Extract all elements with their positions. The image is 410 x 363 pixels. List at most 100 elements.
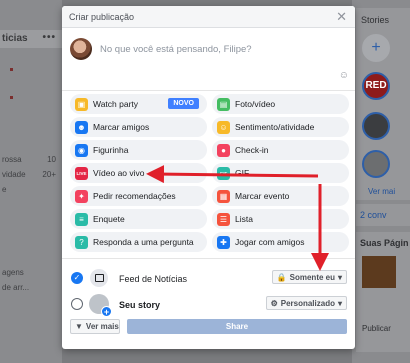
feed-checkbox[interactable]: ✓ (71, 272, 83, 284)
story-thumbnail: RED (362, 72, 390, 100)
option-label: Watch party (93, 99, 139, 109)
conversations-panel: 2 conv (356, 204, 410, 226)
right-sidebar: Stories + RED Ver mai 2 conv Suas Págin … (352, 0, 410, 363)
conversations-label: 2 conv (360, 210, 387, 220)
option-check-in[interactable]: ● Check-in (212, 140, 349, 160)
option-label: Sentimento/atividade (235, 122, 315, 132)
option-label: Jogar com amigos (235, 237, 305, 247)
calendar-icon: ▦ (217, 189, 230, 203)
sidebar-marker (10, 68, 13, 71)
option-figurinha[interactable]: ◉ Figurinha (70, 140, 207, 160)
option-label: Check-in (235, 145, 269, 155)
more-options-icon: ••• (42, 32, 56, 43)
option-label: Foto/vídeo (235, 99, 276, 109)
story-privacy-value: Personalizado (280, 298, 335, 308)
option-pedir-recomenda-es[interactable]: ✦ Pedir recomendações (70, 186, 207, 206)
left-sidebar: ticias ••• rossa 10 vidade 20+ e agens d… (0, 0, 62, 363)
lock-icon: 🔒 (276, 272, 287, 282)
see-more-button[interactable]: ▼ Ver mais (70, 319, 120, 334)
publish-label: Publicar (362, 324, 391, 333)
question-icon: ? (75, 235, 88, 249)
feed-privacy-value: Somente eu (289, 272, 335, 282)
option-sentimento-atividade[interactable]: ☺ Sentimento/atividade (212, 117, 349, 137)
smile-icon: ☺ (217, 120, 230, 134)
emoji-icon[interactable]: ☺ (339, 70, 349, 81)
feed-label: Feed de Notícias (119, 274, 188, 284)
option-label: Pedir recomendações (93, 191, 176, 201)
option-jogar-com-amigos[interactable]: ✚ Jogar com amigos (212, 232, 349, 252)
feed-row[interactable]: ✓ Feed de Notícias 🔒 Somente eu ▾ (62, 265, 355, 291)
sidebar-marker (10, 96, 13, 99)
pages-label: Suas Págin (360, 238, 409, 248)
location-icon: ● (217, 143, 230, 157)
left-header-label: ticias (2, 33, 28, 44)
game-icon: ✚ (217, 235, 230, 249)
sticker-icon: ◉ (75, 143, 88, 157)
stories-label: Stories (361, 15, 390, 25)
option-label: Lista (235, 214, 253, 224)
option-label: Vídeo ao vivo (93, 168, 145, 178)
left-item: agens (2, 268, 24, 277)
option-label: Marcar evento (235, 191, 290, 201)
option-label: Enquete (93, 214, 125, 224)
see-more-label: Ver mais (85, 322, 119, 331)
option-lista[interactable]: ☰ Lista (212, 209, 349, 229)
pages-panel: Suas Págin Publicar (356, 232, 410, 352)
option-foto-v-deo[interactable]: ▤ Foto/vídeo (212, 94, 349, 114)
caret-down-icon: ▾ (337, 272, 342, 282)
photo-icon: ▤ (217, 97, 230, 111)
left-item: e (2, 185, 7, 194)
story-thumbnail (362, 112, 390, 140)
left-count: 10 (47, 155, 56, 164)
left-item: vidade (2, 170, 26, 179)
story-checkbox[interactable] (71, 298, 83, 310)
story-thumbnail-text: RED (365, 80, 387, 91)
left-count: 20+ (42, 170, 56, 179)
poll-icon: ≡ (75, 212, 88, 226)
option-label: Figurinha (93, 145, 129, 155)
story-privacy-select[interactable]: ⚙ Personalizado ▾ (265, 296, 347, 310)
recommend-icon: ✦ (75, 189, 88, 203)
gif-icon: GIF (217, 166, 230, 180)
page-thumbnail (362, 256, 396, 288)
stories-panel: Stories + RED Ver mai (356, 8, 410, 200)
dialog-title: Criar publicação (69, 12, 135, 22)
story-row[interactable]: + Seu story ⚙ Personalizado ▾ (62, 290, 355, 317)
caret-down-icon: ▾ (337, 298, 342, 308)
caret-down-icon: ▼ (75, 322, 83, 331)
see-more-stories-link: Ver mai (368, 187, 396, 196)
avatar (70, 38, 92, 60)
story-label: Seu story (119, 300, 161, 310)
add-icon: + (101, 306, 112, 317)
live-video-icon: LIVE (75, 166, 88, 180)
left-header: ticias ••• (0, 30, 62, 48)
option-label: Responda a uma pergunta (93, 237, 194, 247)
story-avatar: + (89, 294, 112, 317)
gear-icon: ⚙ (270, 298, 278, 308)
dialog-header: Criar publicação ✕ (62, 6, 355, 28)
option-v-deo-ao-vivo[interactable]: LIVE Vídeo ao vivo (70, 163, 207, 183)
news-feed-icon (90, 269, 108, 287)
post-text-input[interactable]: No que você está pensando, Filipe? (100, 44, 252, 55)
left-item: de arr... (2, 283, 30, 292)
option-marcar-evento[interactable]: ▦ Marcar evento (212, 186, 349, 206)
option-gif[interactable]: GIF GIF (212, 163, 349, 183)
option-label: Marcar amigos (93, 122, 150, 132)
list-icon: ☰ (217, 212, 230, 226)
story-thumbnail (362, 150, 390, 178)
option-responda-a-uma-pergunta[interactable]: ? Responda a uma pergunta (70, 232, 207, 252)
post-composer[interactable]: No que você está pensando, Filipe? ☺ (62, 28, 355, 91)
option-watch-party[interactable]: ▣ Watch party NOVO (70, 94, 207, 114)
divider (62, 258, 355, 259)
feed-privacy-select[interactable]: 🔒 Somente eu ▾ (271, 270, 347, 284)
add-story-icon: + (362, 34, 390, 62)
left-item: rossa (2, 155, 22, 164)
option-enquete[interactable]: ≡ Enquete (70, 209, 207, 229)
share-button[interactable]: Share (127, 319, 347, 334)
option-marcar-amigos[interactable]: ☻ Marcar amigos (70, 117, 207, 137)
tv-icon: ▣ (75, 97, 88, 111)
new-badge: NOVO (168, 98, 199, 109)
tag-friends-icon: ☻ (75, 120, 88, 134)
close-icon[interactable]: ✕ (336, 9, 347, 25)
option-label: GIF (235, 168, 250, 178)
